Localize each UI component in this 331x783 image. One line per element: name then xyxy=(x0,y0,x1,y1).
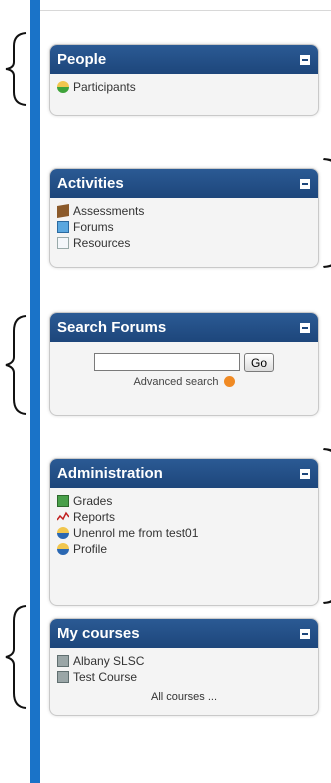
search-forums-block: Search Forums Go Advanced search xyxy=(49,312,319,416)
reports-label: Reports xyxy=(73,510,116,524)
activities-block: Activities Assessments Forums Resources xyxy=(49,168,319,268)
unenrol-link[interactable]: Unenrol me from test01 xyxy=(57,525,311,541)
right-brace-activities xyxy=(321,158,331,268)
profile-label: Profile xyxy=(73,542,108,556)
people-block: People Participants xyxy=(49,44,319,116)
course-label-albany: Albany SLSC xyxy=(73,654,145,668)
grades-icon xyxy=(57,495,69,507)
my-courses-header: My courses xyxy=(50,619,318,648)
collapse-icon[interactable] xyxy=(300,628,310,639)
help-icon[interactable] xyxy=(223,376,235,387)
course-label-test: Test Course xyxy=(73,670,138,684)
user-icon xyxy=(57,543,69,555)
forum-icon xyxy=(57,221,69,233)
grades-label: Grades xyxy=(73,494,113,508)
collapse-icon[interactable] xyxy=(300,322,310,333)
search-forums-title: Search Forums xyxy=(57,319,167,336)
user-icon xyxy=(57,527,69,539)
advanced-search-link[interactable]: Advanced search xyxy=(133,376,218,388)
administration-block: Administration Grades Reports Unenrol me… xyxy=(49,458,319,606)
participants-label: Participants xyxy=(73,80,136,94)
box-icon xyxy=(57,203,69,219)
chart-line-icon xyxy=(57,511,69,523)
activities-title: Activities xyxy=(57,175,124,192)
assessments-label: Assessments xyxy=(73,204,145,218)
administration-title: Administration xyxy=(57,465,163,482)
reports-link[interactable]: Reports xyxy=(57,509,311,525)
resources-link[interactable]: Resources xyxy=(57,235,311,251)
left-brace-search xyxy=(4,315,28,415)
forums-label: Forums xyxy=(73,220,114,234)
activities-header: Activities xyxy=(50,169,318,198)
resources-label: Resources xyxy=(73,236,131,250)
administration-header: Administration xyxy=(50,459,318,488)
top-divider xyxy=(40,10,331,11)
right-brace-administration xyxy=(321,448,331,604)
search-forums-header: Search Forums xyxy=(50,313,318,342)
left-accent-bar xyxy=(30,0,40,783)
course-link-albany[interactable]: Albany SLSC xyxy=(57,653,311,669)
course-icon xyxy=(57,655,69,667)
collapse-icon[interactable] xyxy=(300,54,310,65)
grades-link[interactable]: Grades xyxy=(57,493,311,509)
search-input[interactable] xyxy=(93,353,240,371)
profile-link[interactable]: Profile xyxy=(57,541,311,557)
my-courses-title: My courses xyxy=(57,625,140,642)
left-brace-people xyxy=(4,32,28,106)
assessments-link[interactable]: Assessments xyxy=(57,203,311,219)
course-link-test[interactable]: Test Course xyxy=(57,669,311,685)
unenrol-label: Unenrol me from test01 xyxy=(73,526,199,540)
people-header: People xyxy=(50,45,318,74)
left-brace-my-courses xyxy=(4,605,28,709)
collapse-icon[interactable] xyxy=(300,178,310,189)
course-icon xyxy=(57,671,69,683)
people-title: People xyxy=(57,51,107,68)
go-button[interactable]: Go xyxy=(243,353,274,372)
my-courses-block: My courses Albany SLSC Test Course All c… xyxy=(49,618,319,716)
document-icon xyxy=(57,237,69,249)
participants-link[interactable]: Participants xyxy=(57,79,311,95)
collapse-icon[interactable] xyxy=(300,468,310,479)
forums-link[interactable]: Forums xyxy=(57,219,311,235)
all-courses-link[interactable]: All courses ... xyxy=(151,691,217,703)
users-icon xyxy=(57,81,69,93)
